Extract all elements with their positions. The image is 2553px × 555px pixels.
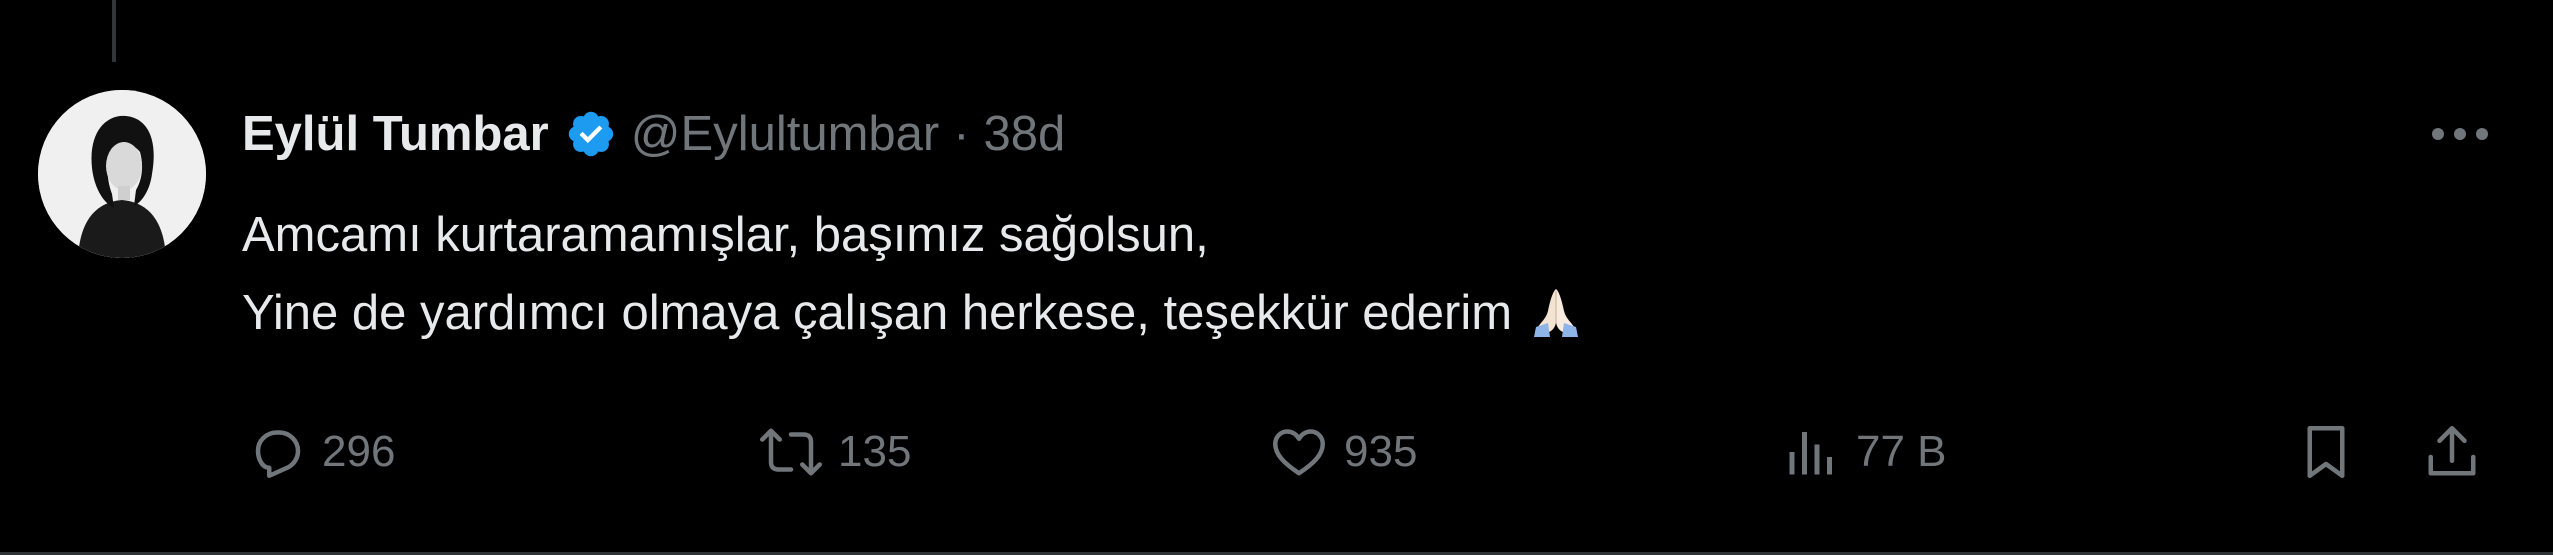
- verified-badge-icon[interactable]: [565, 108, 617, 160]
- bookmark-button[interactable]: [2296, 416, 2356, 488]
- like-button[interactable]: 935: [1268, 416, 1417, 488]
- author-display-name[interactable]: Eylül Tumbar: [242, 106, 549, 162]
- bookmark-icon: [2307, 426, 2345, 478]
- tweet-text-line-2-text: Yine de yardımcı olmaya çalışan herkese,…: [242, 286, 1513, 340]
- folded-hands-icon: [1526, 279, 1586, 339]
- author-handle[interactable]: @Eylultumbar: [631, 106, 939, 162]
- avatar-photo: [38, 90, 206, 258]
- like-count: 935: [1344, 427, 1418, 476]
- share-button[interactable]: [2422, 416, 2482, 488]
- views-button[interactable]: 77 B: [1782, 416, 1947, 488]
- more-icon: [2432, 128, 2488, 140]
- reply-button[interactable]: 296: [248, 416, 395, 488]
- retweet-button[interactable]: 135: [758, 416, 911, 488]
- reply-count: 296: [322, 427, 396, 476]
- views-count: 77 B: [1856, 427, 1947, 476]
- tweet-header: Eylül Tumbar @Eylultumbar · 38d: [242, 98, 1065, 170]
- tweet-text-line-1: Amcamı kurtaramamışlar, başımız sağolsun…: [242, 208, 1209, 262]
- tweet-actions-bar: 296 135 935 77 B: [0, 416, 2553, 488]
- more-options-button[interactable]: [2415, 106, 2505, 162]
- avatar[interactable]: [38, 90, 206, 258]
- tweet-text-line-2: Yine de yardımcı olmaya çalışan herkese,…: [242, 274, 2442, 352]
- separator-dot: ·: [953, 107, 970, 161]
- thread-connector-line: [112, 0, 116, 62]
- tweet-text: Amcamı kurtaramamışlar, başımız sağolsun…: [242, 196, 2442, 352]
- heart-icon: [1273, 429, 1325, 476]
- views-icon: [1789, 432, 1832, 475]
- reply-icon: [255, 430, 301, 478]
- tweet-timestamp[interactable]: 38d: [984, 106, 1066, 162]
- retweet-count: 135: [838, 427, 912, 476]
- share-icon: [2428, 426, 2476, 476]
- retweet-icon: [760, 428, 822, 476]
